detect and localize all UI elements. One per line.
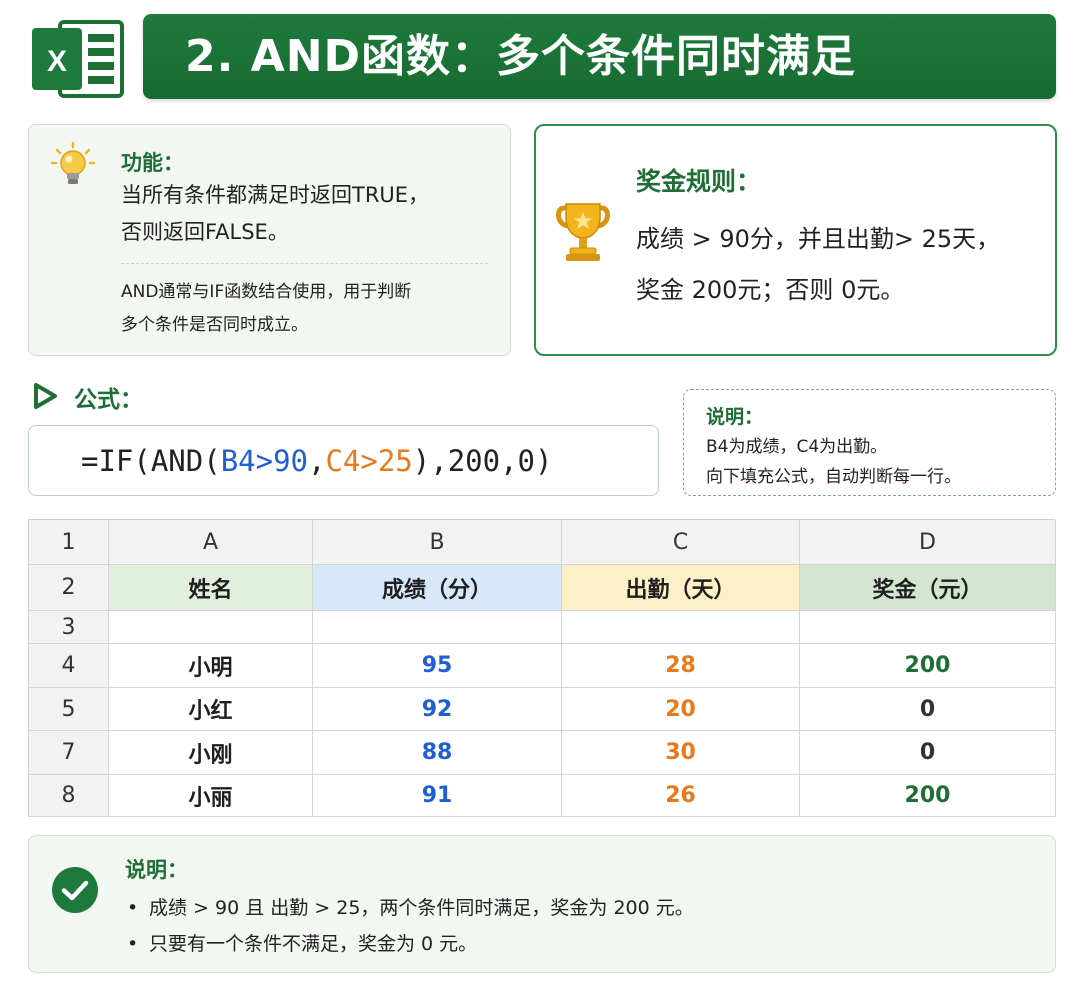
function-note-line-2: 多个条件是否同时成立。 [121, 315, 308, 335]
spreadsheet: 1 A B C D 2 姓名 成绩（分） 出勤（天） 奖金（元） 3 4 小明 … [28, 519, 1056, 817]
bonus-rule-label: 奖金规则： [636, 167, 762, 196]
corner-cell[interactable]: 1 [29, 520, 109, 565]
formula-note-label: 说明： [706, 406, 764, 428]
check-circle-icon [52, 867, 98, 913]
formula-condition-1: B4>90 [220, 444, 308, 478]
formula-part-5: ),200,0) [412, 444, 553, 478]
column-header-b[interactable]: B [313, 520, 562, 565]
row-number[interactable]: 5 [29, 688, 109, 731]
function-label: 功能： [121, 151, 184, 175]
explanation-label: 说明： [125, 858, 188, 882]
row-number[interactable]: 4 [29, 644, 109, 688]
list-item: 成绩 > 90 且 出勤 > 25，两个条件同时满足，奖金为 200 元。 [125, 890, 694, 926]
cell-bonus[interactable]: 200 [800, 644, 1056, 688]
formula-note-line-1: B4为成绩，C4为出勤。 [706, 437, 888, 457]
cell-name[interactable]: 小丽 [109, 775, 313, 817]
empty-cell[interactable] [313, 611, 562, 644]
formula-part-3: , [308, 444, 326, 478]
excel-logo-icon: X [32, 20, 124, 98]
row-number[interactable]: 2 [29, 565, 109, 611]
cell-name[interactable]: 小刚 [109, 731, 313, 775]
cell-score[interactable]: 92 [313, 688, 562, 731]
title-bar: 2. AND函数：多个条件同时满足 [143, 14, 1056, 99]
bonus-rule-line-2: 奖金 200元；否则 0元。 [636, 276, 905, 304]
list-item: 只要有一个条件不满足，奖金为 0 元。 [125, 926, 694, 962]
bonus-rule-line-1: 成绩 > 90分，并且出勤> 25天， [636, 225, 1001, 253]
column-header-d[interactable]: D [800, 520, 1056, 565]
empty-cell[interactable] [109, 611, 313, 644]
header-cell-score[interactable]: 成绩（分） [313, 565, 562, 611]
cell-name[interactable]: 小明 [109, 644, 313, 688]
explanation-card: 说明： 成绩 > 90 且 出勤 > 25，两个条件同时满足，奖金为 200 元… [28, 835, 1056, 973]
cell-score[interactable]: 91 [313, 775, 562, 817]
header-cell-attendance[interactable]: 出勤（天） [562, 565, 800, 611]
function-description: 当所有条件都满足时返回TRUE， 否则返回FALSE。 [121, 177, 501, 251]
header-cell-bonus[interactable]: 奖金（元） [800, 565, 1056, 611]
function-card: 功能： 当所有条件都满足时返回TRUE， 否则返回FALSE。 AND通常与IF… [28, 124, 511, 356]
function-desc-line-1: 当所有条件都满足时返回TRUE， [121, 183, 430, 207]
cell-name[interactable]: 小红 [109, 688, 313, 731]
cell-bonus[interactable]: 0 [800, 688, 1056, 731]
row-number[interactable]: 8 [29, 775, 109, 817]
cell-bonus[interactable]: 0 [800, 731, 1056, 775]
row-number[interactable]: 7 [29, 731, 109, 775]
trophy-icon [556, 203, 610, 261]
cell-attendance[interactable]: 30 [562, 731, 800, 775]
page-title: 2. AND函数：多个条件同时满足 [185, 31, 857, 82]
bonus-rule-card: 奖金规则： 成绩 > 90分，并且出勤> 25天， 奖金 200元；否则 0元。 [534, 124, 1057, 356]
formula-note-line-2: 向下填充公式，自动判断每一行。 [706, 467, 961, 487]
formula-note-text: B4为成绩，C4为出勤。 向下填充公式，自动判断每一行。 [706, 432, 1046, 492]
formula-box: =IF(AND(B4>90,C4>25),200,0) [28, 425, 659, 496]
cell-attendance[interactable]: 28 [562, 644, 800, 688]
column-header-c[interactable]: C [562, 520, 800, 565]
cell-attendance[interactable]: 20 [562, 688, 800, 731]
excel-logo-letter: X [47, 45, 67, 78]
formula-text: =IF(AND(B4>90,C4>25),200,0) [81, 426, 552, 497]
cell-score[interactable]: 88 [313, 731, 562, 775]
empty-cell[interactable] [562, 611, 800, 644]
column-header-a[interactable]: A [109, 520, 313, 565]
formula-note-box: 说明： B4为成绩，C4为出勤。 向下填充公式，自动判断每一行。 [683, 389, 1056, 496]
formula-condition-2: C4>25 [325, 444, 413, 478]
cell-score[interactable]: 95 [313, 644, 562, 688]
function-desc-line-2: 否则返回FALSE。 [121, 220, 289, 244]
play-icon [34, 383, 57, 409]
divider [121, 263, 488, 264]
function-note: AND通常与IF函数结合使用，用于判断 多个条件是否同时成立。 [121, 276, 491, 342]
explanation-list: 成绩 > 90 且 出勤 > 25，两个条件同时满足，奖金为 200 元。 只要… [125, 890, 694, 962]
header-cell-name[interactable]: 姓名 [109, 565, 313, 611]
cell-attendance[interactable]: 26 [562, 775, 800, 817]
bonus-rule-text: 成绩 > 90分，并且出勤> 25天， 奖金 200元；否则 0元。 [636, 214, 1051, 316]
cell-bonus[interactable]: 200 [800, 775, 1056, 817]
formula-part-1: =IF(AND( [81, 444, 221, 478]
formula-label: 公式： [74, 387, 143, 413]
row-number[interactable]: 3 [29, 611, 109, 644]
lightbulb-icon [51, 141, 95, 184]
function-note-line-1: AND通常与IF函数结合使用，用于判断 [121, 282, 412, 302]
empty-cell[interactable] [800, 611, 1056, 644]
